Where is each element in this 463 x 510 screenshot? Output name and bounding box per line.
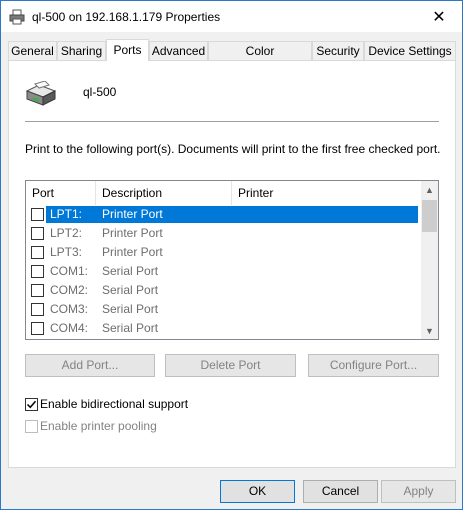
port-name: LPT2: (50, 226, 83, 240)
table-row[interactable]: LPT3: Printer Port (26, 243, 421, 262)
cancel-button[interactable]: Cancel (303, 480, 378, 503)
list-header: Port Description Printer (26, 181, 421, 205)
port-checkbox[interactable] (31, 246, 44, 259)
pooling-label[interactable]: Enable printer pooling (40, 419, 157, 433)
port-description: Serial Port (102, 302, 159, 316)
divider (25, 121, 439, 122)
port-checkbox[interactable] (31, 284, 44, 297)
ports-list[interactable]: Port Description Printer LPT1: Printer P… (25, 180, 439, 340)
port-description: Printer Port (102, 226, 163, 240)
ports-panel: ql-500 Print to the following port(s). D… (8, 60, 456, 468)
port-checkbox[interactable] (31, 227, 44, 240)
table-row[interactable]: COM3: Serial Port (26, 300, 421, 319)
port-name: COM1: (50, 264, 89, 278)
tab-general[interactable]: General (8, 41, 57, 60)
port-description: Printer Port (102, 207, 163, 221)
tab-color-management[interactable]: Color Management (208, 41, 312, 76)
tab-security[interactable]: Security (312, 41, 364, 60)
scroll-down-icon[interactable]: ▼ (421, 322, 438, 339)
tab-strip: General Sharing Ports Advanced Color Man… (8, 39, 456, 76)
properties-window: ql-500 on 192.168.1.179 Properties ✕ Gen… (0, 0, 463, 510)
add-port-button[interactable]: Add Port... (25, 354, 155, 377)
port-description: Serial Port (102, 321, 159, 335)
printer-icon (9, 9, 25, 25)
scroll-up-icon[interactable]: ▲ (421, 181, 438, 198)
port-name: LPT1: (50, 207, 83, 221)
bidirectional-checkbox[interactable] (25, 398, 38, 411)
port-description: Printer Port (102, 245, 163, 259)
checkmark-icon (26, 400, 37, 409)
scroll-thumb[interactable] (422, 200, 437, 232)
ports-description: Print to the following port(s). Document… (25, 142, 441, 156)
port-checkbox[interactable] (31, 322, 44, 335)
table-row[interactable]: COM1: Serial Port (26, 262, 421, 281)
ok-button[interactable]: OK (220, 480, 295, 503)
port-name: COM3: (50, 302, 89, 316)
pooling-checkbox[interactable] (25, 420, 38, 433)
table-row[interactable]: COM4: Serial Port (26, 319, 421, 338)
apply-button[interactable]: Apply (381, 480, 456, 503)
column-header-port[interactable]: Port (26, 181, 96, 205)
printer-large-icon (25, 80, 57, 109)
port-name: LPT3: (50, 245, 83, 259)
close-icon[interactable]: ✕ (416, 1, 462, 32)
port-rows: LPT1: Printer Port LPT2: Printer Port LP… (26, 205, 421, 338)
tab-device-settings[interactable]: Device Settings (364, 41, 456, 60)
title-bar: ql-500 on 192.168.1.179 Properties ✕ (1, 1, 462, 32)
port-checkbox[interactable] (31, 303, 44, 316)
tab-ports[interactable]: Ports (106, 39, 149, 61)
port-description: Serial Port (102, 264, 159, 278)
port-checkbox[interactable] (31, 265, 44, 278)
printer-name: ql-500 (83, 85, 117, 99)
table-row[interactable]: LPT1: Printer Port (26, 205, 421, 224)
port-name: COM2: (50, 283, 89, 297)
vertical-scrollbar[interactable]: ▲ ▼ (421, 181, 438, 339)
table-row[interactable]: LPT2: Printer Port (26, 224, 421, 243)
delete-port-button[interactable]: Delete Port (165, 354, 296, 377)
table-row[interactable]: COM2: Serial Port (26, 281, 421, 300)
port-checkbox[interactable] (31, 208, 44, 221)
window-title: ql-500 on 192.168.1.179 Properties (32, 10, 221, 24)
tab-sharing[interactable]: Sharing (57, 41, 106, 60)
tab-advanced[interactable]: Advanced (149, 41, 208, 60)
bidirectional-label[interactable]: Enable bidirectional support (40, 397, 188, 411)
port-name: COM4: (50, 321, 89, 335)
port-description: Serial Port (102, 283, 159, 297)
column-header-printer[interactable]: Printer (232, 181, 421, 205)
configure-port-button[interactable]: Configure Port... (308, 354, 439, 377)
column-header-description[interactable]: Description (96, 181, 232, 205)
